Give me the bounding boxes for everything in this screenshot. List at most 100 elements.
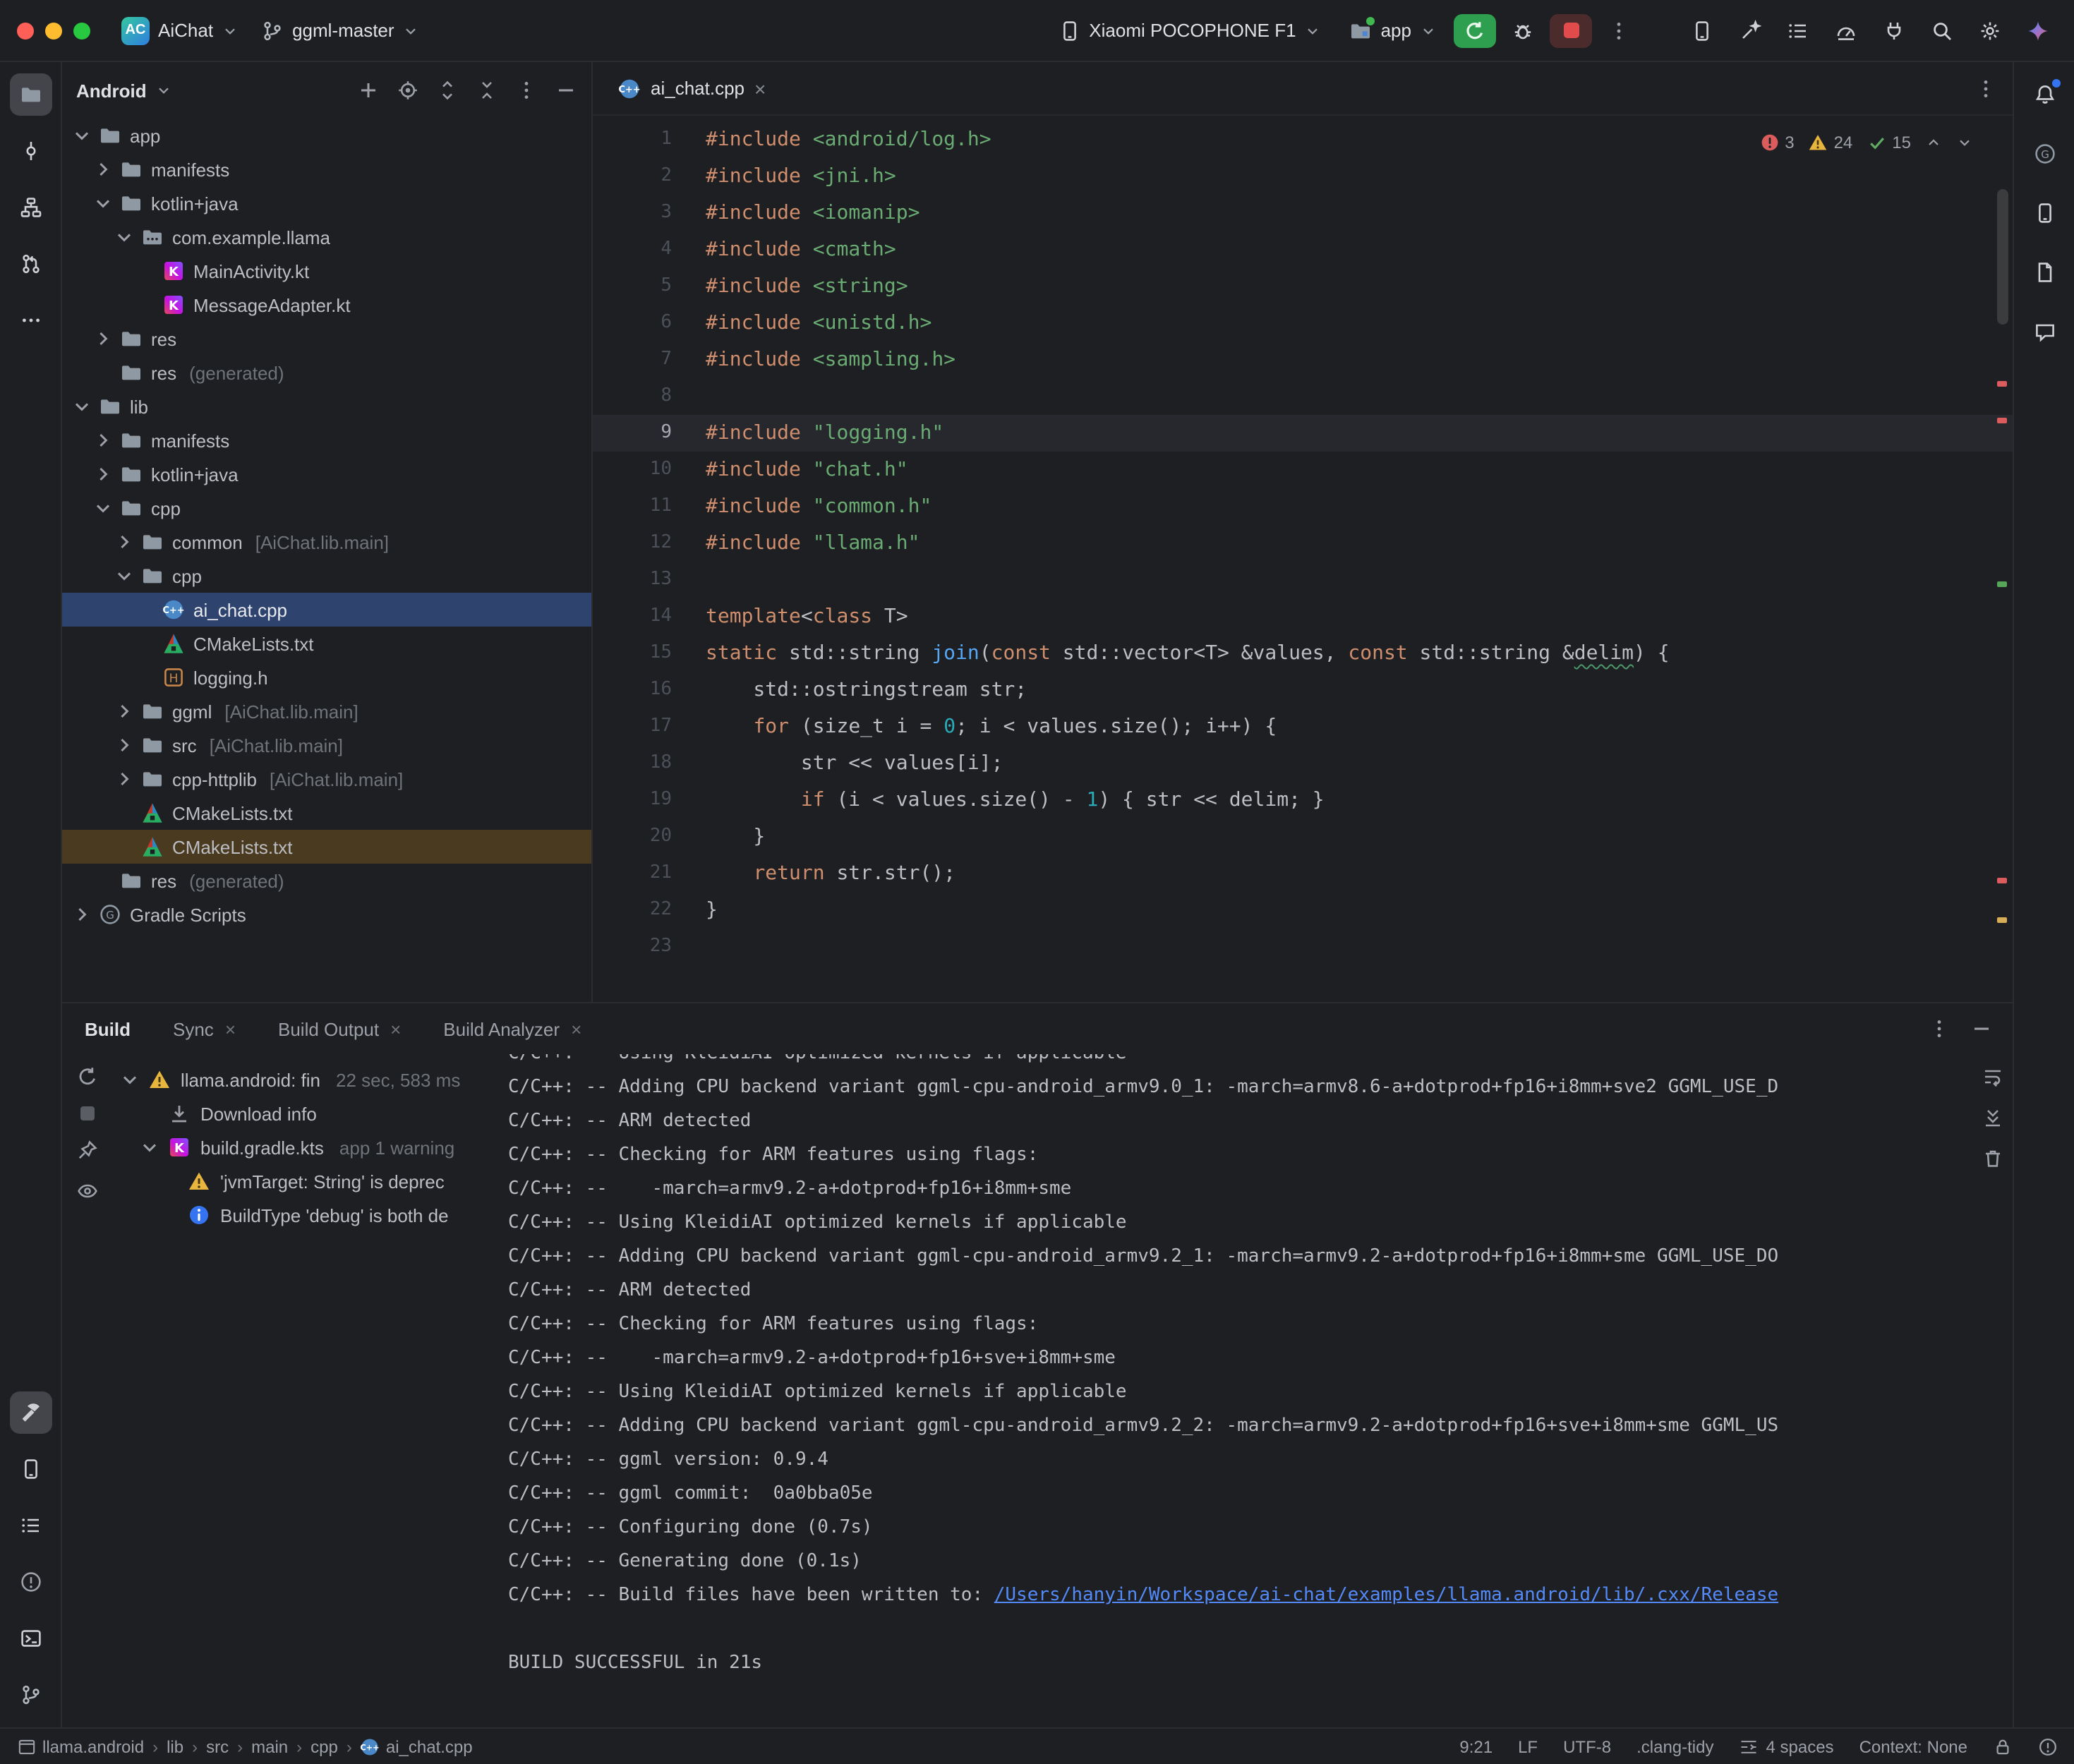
code-line-23[interactable]: 23 — [593, 929, 2013, 965]
build-tree-item-build-gradle-kts[interactable]: Kbuild.gradle.ktsapp 1 warning — [116, 1130, 500, 1164]
editor-scrollbar-thumb[interactable] — [1997, 189, 2008, 325]
clang-tidy-widget[interactable]: .clang-tidy — [1636, 1736, 1713, 1756]
code-line-15[interactable]: 15static std::string join(const std::vec… — [593, 635, 2013, 672]
soft-wrap-icon[interactable] — [1982, 1065, 2004, 1088]
lock-icon[interactable] — [1993, 1736, 2013, 1756]
build-tree-item-jvmtarget-string-is-deprec[interactable]: 'jvmTarget: String' is deprec — [116, 1164, 500, 1198]
project-view-selector[interactable]: Android — [76, 80, 147, 101]
breadcrumb-item-src[interactable]: src — [206, 1736, 229, 1756]
chevron-down-icon[interactable] — [113, 226, 135, 248]
pull-requests-tool-icon[interactable] — [9, 243, 52, 285]
chevron-right-icon[interactable] — [92, 429, 114, 452]
close-tab-icon[interactable]: × — [390, 1020, 401, 1038]
code-line-8[interactable]: 8 — [593, 378, 2013, 415]
code-line-7[interactable]: 7#include <sampling.h> — [593, 342, 2013, 378]
minimize-window-button[interactable] — [45, 22, 62, 39]
add-button[interactable] — [357, 79, 380, 102]
scroll-to-end-icon[interactable] — [1982, 1106, 2004, 1129]
code-line-11[interactable]: 11#include "common.h" — [593, 488, 2013, 525]
more-run-options-button[interactable] — [1598, 13, 1640, 47]
search-everywhere-icon[interactable] — [1922, 11, 1962, 50]
line-ending[interactable]: LF — [1518, 1736, 1538, 1756]
tree-item-manifests[interactable]: manifests — [62, 423, 591, 457]
code-line-14[interactable]: 14template<class T> — [593, 598, 2013, 635]
code-line-2[interactable]: 2#include <jni.h> — [593, 158, 2013, 195]
tab-build-analyzer[interactable]: Build Analyzer× — [443, 1018, 581, 1039]
file-encoding[interactable]: UTF-8 — [1563, 1736, 1611, 1756]
collapse-all-button[interactable] — [476, 79, 498, 102]
assistant-tool-icon[interactable] — [2023, 310, 2066, 353]
tree-item-cpp[interactable]: cpp — [62, 491, 591, 525]
device-selector[interactable]: Xiaomi POCOPHONE F1 — [1047, 13, 1332, 47]
tree-item-messageadapter-kt[interactable]: KMessageAdapter.kt — [62, 288, 591, 322]
chevron-down-icon[interactable] — [113, 564, 135, 587]
documentation-tool-icon[interactable] — [2023, 251, 2066, 294]
tree-item-src[interactable]: src[AiChat.lib.main] — [62, 728, 591, 762]
context-widget[interactable]: Context: None — [1859, 1736, 1967, 1756]
chevron-right-icon[interactable] — [92, 327, 114, 350]
chevron-down-icon[interactable] — [92, 192, 114, 215]
inspections-widget[interactable]: 3 24 15 — [1759, 124, 1973, 161]
close-tab-icon[interactable]: × — [754, 78, 766, 98]
previous-problem-icon[interactable] — [1925, 134, 1942, 151]
version-control-tool-icon[interactable] — [9, 1674, 52, 1716]
pin-tab-icon[interactable] — [76, 1139, 99, 1161]
stripe-mark[interactable] — [1997, 917, 2007, 923]
stop-build-button[interactable] — [80, 1106, 95, 1120]
error-stripe[interactable] — [1996, 116, 2010, 1002]
tree-item-res[interactable]: res(generated) — [62, 356, 591, 389]
tree-item-lib[interactable]: lib — [62, 389, 591, 423]
status-info-icon[interactable] — [2038, 1736, 2058, 1756]
stripe-mark[interactable] — [1997, 418, 2007, 423]
chevron-right-icon[interactable] — [113, 734, 135, 756]
select-opened-file-button[interactable] — [397, 79, 419, 102]
code-line-18[interactable]: 18 str << values[i]; — [593, 745, 2013, 782]
tree-item-com-example-llama[interactable]: com.example.llama — [62, 220, 591, 254]
stripe-mark[interactable] — [1997, 581, 2007, 587]
chevron-right-icon[interactable] — [92, 158, 114, 181]
chevron-down-icon[interactable] — [71, 395, 93, 418]
chevron-right-icon[interactable] — [113, 768, 135, 790]
code-line-13[interactable]: 13 — [593, 562, 2013, 598]
gemini-icon[interactable] — [2018, 11, 2058, 50]
project-widget[interactable]: AC AiChat — [110, 11, 250, 50]
close-tab-icon[interactable]: × — [225, 1020, 236, 1038]
code-line-10[interactable]: 10#include "chat.h" — [593, 452, 2013, 488]
breadcrumb-item-main[interactable]: main — [251, 1736, 288, 1756]
code-line-4[interactable]: 4#include <cmath> — [593, 231, 2013, 268]
todo-list-icon[interactable] — [1778, 11, 1818, 50]
tab-build-output[interactable]: Build Output× — [278, 1018, 401, 1039]
device-manager-tool-icon[interactable] — [2023, 192, 2066, 234]
clear-console-icon[interactable] — [1982, 1147, 2004, 1170]
structure-tool-icon[interactable] — [9, 186, 52, 229]
ai-actions-icon[interactable] — [1730, 11, 1770, 50]
commit-tool-icon[interactable] — [9, 130, 52, 172]
code-line-6[interactable]: 6#include <unistd.h> — [593, 305, 2013, 342]
device-explorer-tool-icon[interactable] — [9, 1448, 52, 1490]
code-area[interactable]: 1#include <android/log.h>2#include <jni.… — [593, 116, 2013, 1002]
tree-item-kotlin-java[interactable]: kotlin+java — [62, 457, 591, 491]
breadcrumb-item-ai-chat-cpp[interactable]: C++ai_chat.cpp — [361, 1736, 473, 1756]
code-line-22[interactable]: 22} — [593, 892, 2013, 929]
gradle-tool-icon[interactable]: G — [2023, 133, 2066, 175]
hide-panel-button[interactable] — [555, 79, 577, 102]
panel-options-icon[interactable] — [515, 79, 538, 102]
restart-build-button[interactable] — [76, 1065, 99, 1088]
run-configuration-selector[interactable]: app — [1339, 13, 1448, 47]
chevron-right-icon[interactable] — [113, 700, 135, 723]
view-options-icon[interactable] — [76, 1180, 99, 1202]
build-tree-item-download-info[interactable]: Download info — [116, 1097, 500, 1130]
tree-item-ggml[interactable]: ggml[AiChat.lib.main] — [62, 694, 591, 728]
build-tree-item-llama-android-fin[interactable]: llama.android: fin22 sec, 583 ms — [116, 1063, 500, 1097]
build-tree-item-buildtype-debug-is-both-de[interactable]: BuildType 'debug' is both de — [116, 1198, 500, 1232]
editor-options-icon[interactable] — [1974, 77, 1997, 99]
breadcrumb-item-cpp[interactable]: cpp — [311, 1736, 338, 1756]
project-tool-icon[interactable] — [9, 73, 52, 116]
tree-item-mainactivity-kt[interactable]: KMainActivity.kt — [62, 254, 591, 288]
close-window-button[interactable] — [17, 22, 34, 39]
tree-item-cmakelists-txt[interactable]: CMakeLists.txt — [62, 627, 591, 660]
problems-tool-icon[interactable] — [9, 1561, 52, 1603]
tree-item-res[interactable]: res(generated) — [62, 864, 591, 898]
chevron-down-icon[interactable] — [71, 124, 93, 147]
stripe-mark[interactable] — [1997, 381, 2007, 387]
